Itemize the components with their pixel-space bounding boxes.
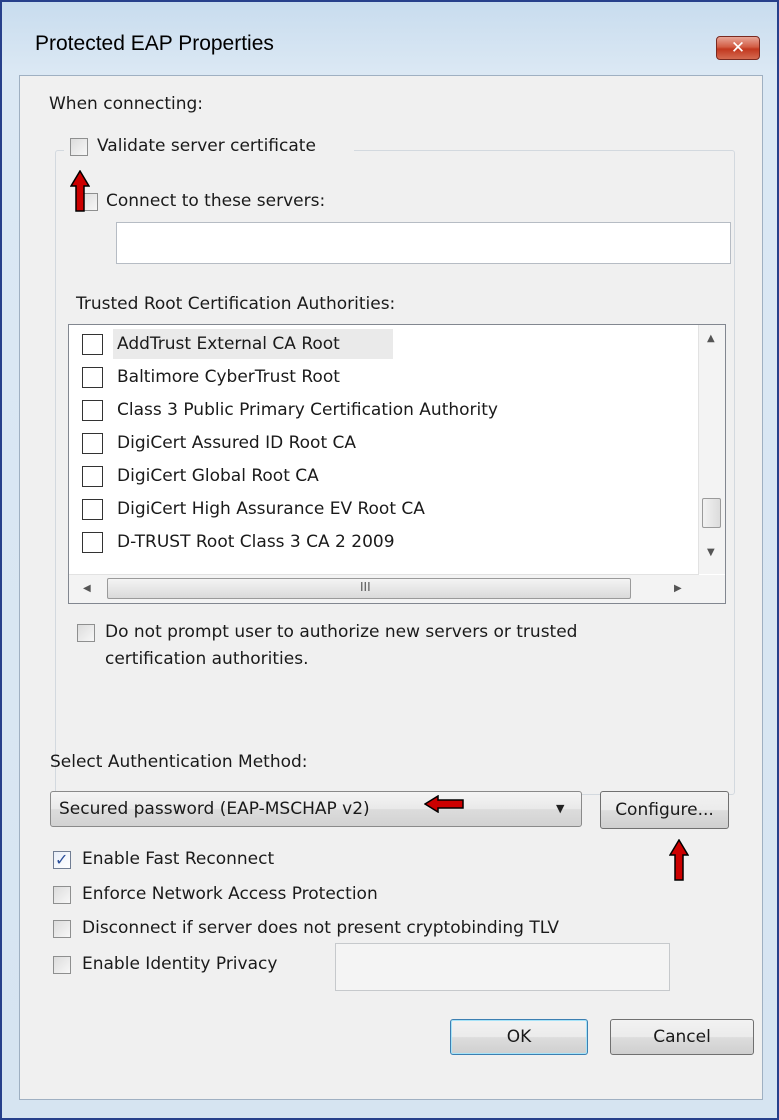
configure-button[interactable]: Configure... bbox=[600, 791, 729, 829]
ca-label: Baltimore CyberTrust Root bbox=[117, 367, 340, 387]
auth-method-label: Select Authentication Method: bbox=[50, 752, 308, 772]
ca-label: Class 3 Public Primary Certification Aut… bbox=[117, 400, 498, 420]
ca-label: DigiCert High Assurance EV Root CA bbox=[117, 499, 425, 519]
validate-cert-label: Validate server certificate bbox=[97, 136, 316, 156]
dialog-window: Protected EAP Properties ✕ When connecti… bbox=[0, 0, 779, 1120]
validate-cert-checkbox[interactable] bbox=[70, 138, 88, 156]
chevron-down-icon: ▼ bbox=[556, 802, 565, 815]
scroll-right-icon[interactable]: ▶ bbox=[674, 583, 682, 594]
list-item[interactable]: D-TRUST Root Class 3 CA 2 2009 bbox=[69, 527, 689, 557]
horizontal-scrollbar[interactable]: ◀ III ▶ bbox=[69, 574, 699, 603]
vertical-scrollbar[interactable]: ▲ ▼ bbox=[698, 325, 725, 574]
fast-reconnect-checkbox[interactable]: ✓ bbox=[53, 850, 71, 869]
list-item[interactable]: DigiCert High Assurance EV Root CA bbox=[69, 494, 689, 524]
list-item[interactable]: Class 3 Public Primary Certification Aut… bbox=[69, 395, 689, 425]
horizontal-scroll-thumb[interactable]: III bbox=[107, 578, 631, 599]
list-item[interactable]: Baltimore CyberTrust Root bbox=[69, 362, 689, 392]
scroll-corner bbox=[699, 575, 725, 603]
ca-label: AddTrust External CA Root bbox=[117, 334, 340, 354]
list-item[interactable]: AddTrust External CA Root bbox=[69, 329, 689, 359]
identity-privacy-input[interactable] bbox=[335, 943, 670, 991]
scroll-up-icon[interactable]: ▲ bbox=[707, 333, 715, 344]
when-connecting-label: When connecting: bbox=[49, 94, 204, 114]
identity-privacy-checkbox[interactable] bbox=[53, 956, 71, 974]
annotation-arrow-left-icon bbox=[424, 795, 464, 813]
ca-checkbox[interactable] bbox=[82, 400, 103, 421]
ca-checkbox[interactable] bbox=[82, 433, 103, 454]
cancel-button[interactable]: Cancel bbox=[610, 1019, 754, 1055]
close-icon: ✕ bbox=[730, 38, 746, 58]
identity-privacy-label: Enable Identity Privacy bbox=[82, 954, 278, 974]
fast-reconnect-label: Enable Fast Reconnect bbox=[82, 849, 275, 869]
annotation-arrow-up-icon bbox=[669, 839, 689, 881]
ca-checkbox[interactable] bbox=[82, 466, 103, 487]
ca-checkbox[interactable] bbox=[82, 532, 103, 553]
ca-checkbox[interactable] bbox=[82, 334, 103, 355]
auth-method-value: Secured password (EAP-MSCHAP v2) bbox=[59, 799, 370, 819]
close-button[interactable]: ✕ bbox=[716, 36, 760, 60]
connect-servers-label: Connect to these servers: bbox=[106, 191, 326, 211]
checkmark-icon: ✓ bbox=[55, 850, 69, 869]
ca-label: DigiCert Assured ID Root CA bbox=[117, 433, 357, 453]
scroll-left-icon[interactable]: ◀ bbox=[83, 583, 91, 594]
ok-button[interactable]: OK bbox=[450, 1019, 588, 1055]
list-item[interactable]: DigiCert Assured ID Root CA bbox=[69, 428, 689, 458]
enforce-nap-checkbox[interactable] bbox=[53, 886, 71, 904]
ca-checkbox[interactable] bbox=[82, 367, 103, 388]
enforce-nap-label: Enforce Network Access Protection bbox=[82, 884, 378, 904]
do-not-prompt-label-line2: certification authorities. bbox=[105, 649, 309, 669]
do-not-prompt-label-line1: Do not prompt user to authorize new serv… bbox=[105, 622, 578, 642]
do-not-prompt-checkbox[interactable] bbox=[77, 624, 95, 642]
cryptobinding-label: Disconnect if server does not present cr… bbox=[82, 918, 559, 938]
annotation-arrow-up-icon bbox=[70, 170, 90, 212]
cryptobinding-checkbox[interactable] bbox=[53, 920, 71, 938]
dialog-client-area: When connecting: Validate server certifi… bbox=[19, 75, 763, 1100]
ca-label: DigiCert Global Root CA bbox=[117, 466, 319, 486]
vertical-scroll-thumb[interactable] bbox=[702, 498, 721, 528]
scroll-grip-icon: III bbox=[360, 580, 371, 594]
scroll-down-icon[interactable]: ▼ bbox=[707, 547, 715, 558]
servers-input[interactable] bbox=[116, 222, 731, 264]
trusted-root-label: Trusted Root Certification Authorities: bbox=[76, 294, 396, 314]
list-item[interactable]: DigiCert Global Root CA bbox=[69, 461, 689, 491]
window-title: Protected EAP Properties bbox=[35, 32, 274, 55]
ca-listbox[interactable]: AddTrust External CA Root Baltimore Cybe… bbox=[68, 324, 726, 604]
ca-checkbox[interactable] bbox=[82, 499, 103, 520]
ca-label: D-TRUST Root Class 3 CA 2 2009 bbox=[117, 532, 395, 552]
auth-method-dropdown[interactable]: Secured password (EAP-MSCHAP v2) ▼ bbox=[50, 791, 582, 827]
validate-cert-row[interactable]: Validate server certificate bbox=[64, 134, 354, 160]
